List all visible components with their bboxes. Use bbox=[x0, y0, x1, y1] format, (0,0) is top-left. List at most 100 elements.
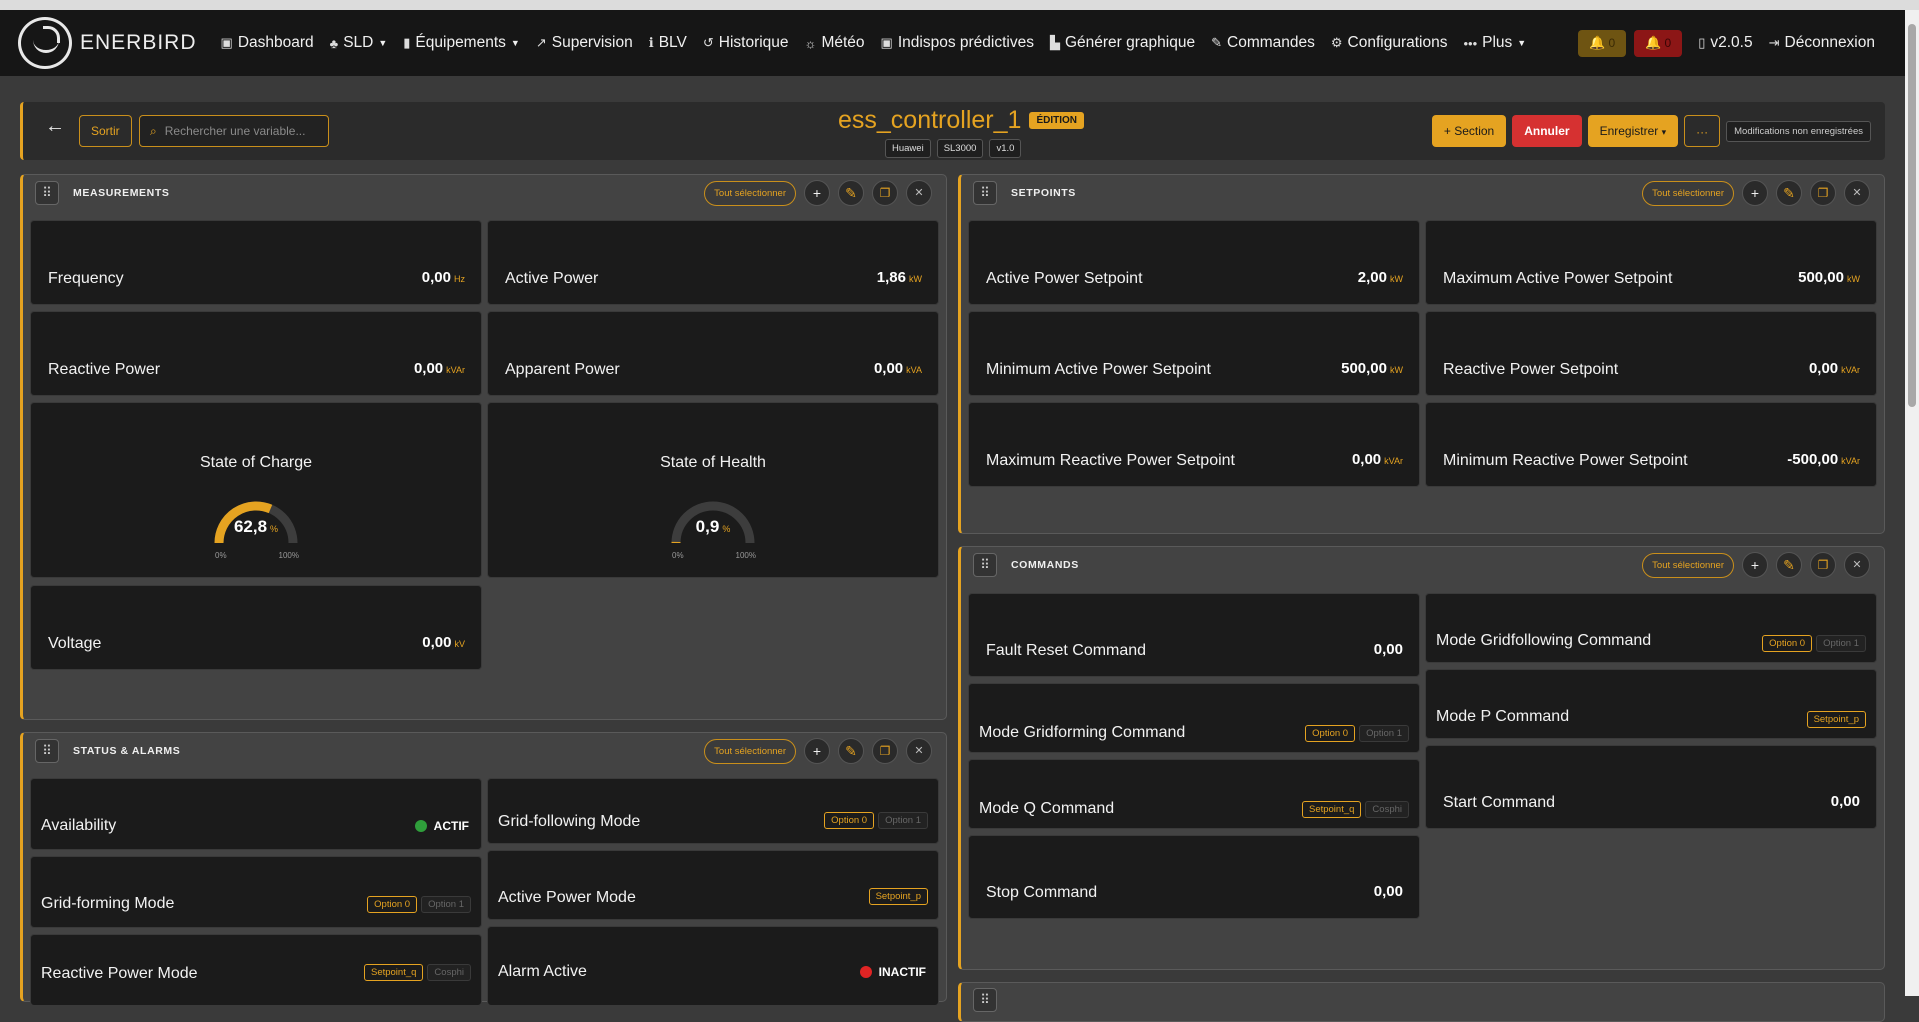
option-1-button[interactable]: Option 1 bbox=[1359, 725, 1409, 742]
card-apparent-power[interactable]: Apparent Power 0,00 kVA bbox=[487, 311, 939, 396]
option-0-button[interactable]: Option 0 bbox=[824, 812, 875, 829]
exit-button[interactable]: Sortir bbox=[79, 115, 132, 147]
card-mode-gridforming-command[interactable]: Mode Gridforming Command Option 0 Option… bbox=[968, 683, 1420, 753]
option-group: Option 0 Option 1 bbox=[824, 812, 928, 829]
close-icon[interactable]: ✕ bbox=[1844, 552, 1870, 578]
scrollbar-thumb[interactable] bbox=[1908, 24, 1916, 407]
edit-pencil-icon[interactable]: ✎ bbox=[838, 738, 864, 764]
drag-handle-icon[interactable]: ⠿ bbox=[973, 181, 997, 205]
cosphi-button[interactable]: Cosphi bbox=[1365, 801, 1409, 818]
back-arrow-icon[interactable]: ← bbox=[45, 115, 65, 138]
option-1-button[interactable]: Option 1 bbox=[1816, 635, 1866, 652]
card-grid-following-mode[interactable]: Grid-following Mode Option 0 Option 1 bbox=[487, 778, 939, 844]
card-max-active-power-setpoint[interactable]: Maximum Active Power Setpoint 500,00 kW bbox=[1425, 220, 1877, 305]
card-alarm-active[interactable]: Alarm Active INACTIF bbox=[487, 926, 939, 1006]
card-min-reactive-power-setpoint[interactable]: Minimum Reactive Power Setpoint -500,00 k… bbox=[1425, 402, 1877, 487]
card-start-command[interactable]: Start Command 0,00 bbox=[1425, 745, 1877, 829]
option-0-button[interactable]: Option 0 bbox=[367, 896, 418, 913]
nav-item-sld[interactable]: ♣ SLD ▼ bbox=[330, 34, 388, 52]
select-all-button[interactable]: Tout sélectionner bbox=[1642, 180, 1734, 206]
add-icon[interactable]: + bbox=[804, 180, 830, 206]
nav-item--quipements[interactable]: ▮ Équipements ▼ bbox=[403, 34, 520, 52]
setpoint-p-button[interactable]: Setpoint_p bbox=[1806, 711, 1866, 728]
option-1-button[interactable]: Option 1 bbox=[421, 896, 471, 913]
card-label: Minimum Reactive Power Setpoint bbox=[1443, 452, 1688, 469]
add-section-button[interactable]: + Section bbox=[1431, 115, 1507, 147]
alarm-notifications-button[interactable]: 🔔 0 bbox=[1634, 29, 1683, 57]
copy-icon[interactable]: ❐ bbox=[1810, 552, 1836, 578]
card-availability[interactable]: Availability ACTIF bbox=[30, 778, 482, 850]
page-scrollbar[interactable] bbox=[1905, 10, 1919, 996]
nav-item-indispos-pr-dictives[interactable]: ▣ Indispos prédictives bbox=[881, 34, 1034, 52]
option-group: Option 0 Option 1 bbox=[1762, 635, 1866, 652]
setpoint-p-button[interactable]: Setpoint_p bbox=[868, 888, 928, 905]
card-frequency[interactable]: Frequency 0,00 Hz bbox=[30, 220, 482, 305]
card-active-power-mode[interactable]: Active Power Mode Setpoint_p bbox=[487, 850, 939, 920]
edit-pencil-icon[interactable]: ✎ bbox=[838, 180, 864, 206]
edit-pencil-icon[interactable]: ✎ bbox=[1776, 552, 1802, 578]
brand-logo[interactable]: ENERBIRD bbox=[18, 17, 197, 69]
option-0-button[interactable]: Option 0 bbox=[1305, 725, 1356, 742]
card-reactive-power[interactable]: Reactive Power 0,00 kVAr bbox=[30, 311, 482, 396]
card-state-of-charge[interactable]: State of Charge 62,8% 0% 100% bbox=[30, 402, 482, 578]
card-value: 0,00 kV bbox=[422, 634, 465, 651]
nav-item-commandes[interactable]: ✎ Commandes bbox=[1211, 34, 1315, 52]
card-active-power-setpoint[interactable]: Active Power Setpoint 2,00 kW bbox=[968, 220, 1420, 305]
nav-item-plus[interactable]: ••• Plus ▼ bbox=[1463, 34, 1526, 52]
more-options-button[interactable]: ··· bbox=[1684, 115, 1721, 147]
option-1-button[interactable]: Option 1 bbox=[878, 812, 928, 829]
card-mode-gridfollowing-command[interactable]: Mode Gridfollowing Command Option 0 Opti… bbox=[1425, 593, 1877, 663]
nav-item-configurations[interactable]: ⚙ Configurations bbox=[1331, 34, 1448, 52]
status-text: INACTIF bbox=[878, 965, 926, 979]
option-0-button[interactable]: Option 0 bbox=[1762, 635, 1813, 652]
card-max-reactive-power-setpoint[interactable]: Maximum Reactive Power Setpoint 0,00 kVAr bbox=[968, 402, 1420, 487]
select-all-button[interactable]: Tout sélectionner bbox=[704, 738, 796, 764]
close-icon[interactable]: ✕ bbox=[1844, 180, 1870, 206]
add-icon[interactable]: + bbox=[1742, 180, 1768, 206]
logout-link[interactable]: ⇥ Déconnexion bbox=[1769, 34, 1875, 52]
copy-icon[interactable]: ❐ bbox=[872, 738, 898, 764]
editor-actions: + Section Annuler Enregistrer ▾ ··· Modi… bbox=[1431, 115, 1871, 147]
save-dropdown-button[interactable]: Enregistrer ▾ bbox=[1587, 115, 1679, 147]
add-icon[interactable]: + bbox=[804, 738, 830, 764]
add-icon[interactable]: + bbox=[1742, 552, 1768, 578]
drag-handle-icon[interactable]: ⠿ bbox=[973, 988, 997, 1012]
setpoint-q-button[interactable]: Setpoint_q bbox=[363, 964, 424, 981]
nav-item-g-n-rer-graphique[interactable]: ▙ Générer graphique bbox=[1050, 34, 1195, 52]
cancel-button[interactable]: Annuler bbox=[1512, 115, 1582, 147]
nav-item-dashboard[interactable]: ▣ Dashboard bbox=[221, 34, 314, 52]
card-fault-reset-command[interactable]: Fault Reset Command 0,00 bbox=[968, 593, 1420, 677]
card-stop-command[interactable]: Stop Command 0,00 bbox=[968, 835, 1420, 919]
card-voltage[interactable]: Voltage 0,00 kV bbox=[30, 585, 482, 670]
nav-item-supervision[interactable]: ↗ Supervision bbox=[536, 34, 633, 52]
select-all-button[interactable]: Tout sélectionner bbox=[704, 180, 796, 206]
nav-item-historique[interactable]: ↺ Historique bbox=[703, 34, 789, 52]
card-grid-forming-mode[interactable]: Grid-forming Mode Option 0 Option 1 bbox=[30, 856, 482, 928]
drag-handle-icon[interactable]: ⠿ bbox=[35, 739, 59, 763]
select-all-button[interactable]: Tout sélectionner bbox=[1642, 552, 1734, 578]
close-icon[interactable]: ✕ bbox=[906, 180, 932, 206]
setpoint-q-button[interactable]: Setpoint_q bbox=[1301, 801, 1362, 818]
status-dot-icon bbox=[859, 966, 872, 978]
edit-pencil-icon[interactable]: ✎ bbox=[1776, 180, 1802, 206]
search-input[interactable] bbox=[164, 124, 315, 138]
version-link[interactable]: ▯ v2.0.5 bbox=[1698, 34, 1752, 52]
nav-item-m-t-o[interactable]: ☼ Météo bbox=[805, 34, 865, 52]
cosphi-button[interactable]: Cosphi bbox=[427, 964, 471, 981]
card-mode-q-command[interactable]: Mode Q Command Setpoint_q Cosphi bbox=[968, 759, 1420, 829]
close-icon[interactable]: ✕ bbox=[906, 738, 932, 764]
card-min-active-power-setpoint[interactable]: Minimum Active Power Setpoint 500,00 kW bbox=[968, 311, 1420, 396]
drag-handle-icon[interactable]: ⠿ bbox=[35, 181, 59, 205]
nav-item-blv[interactable]: ℹ BLV bbox=[649, 34, 687, 52]
card-reactive-power-setpoint[interactable]: Reactive Power Setpoint 0,00 kVAr bbox=[1425, 311, 1877, 396]
tag-model: SL3000 bbox=[936, 139, 984, 158]
drag-handle-icon[interactable]: ⠿ bbox=[973, 553, 997, 577]
version-label: v2.0.5 bbox=[1710, 34, 1753, 51]
warning-notifications-button[interactable]: 🔔 0 bbox=[1578, 29, 1627, 57]
card-reactive-power-mode[interactable]: Reactive Power Mode Setpoint_q Cosphi bbox=[30, 934, 482, 1006]
copy-icon[interactable]: ❐ bbox=[872, 180, 898, 206]
card-active-power[interactable]: Active Power 1,86 kW bbox=[487, 220, 939, 305]
card-mode-p-command[interactable]: Mode P Command Setpoint_p bbox=[1425, 669, 1877, 739]
copy-icon[interactable]: ❐ bbox=[1810, 180, 1836, 206]
card-state-of-health[interactable]: State of Health 0,9% 0% 100% bbox=[487, 402, 939, 578]
